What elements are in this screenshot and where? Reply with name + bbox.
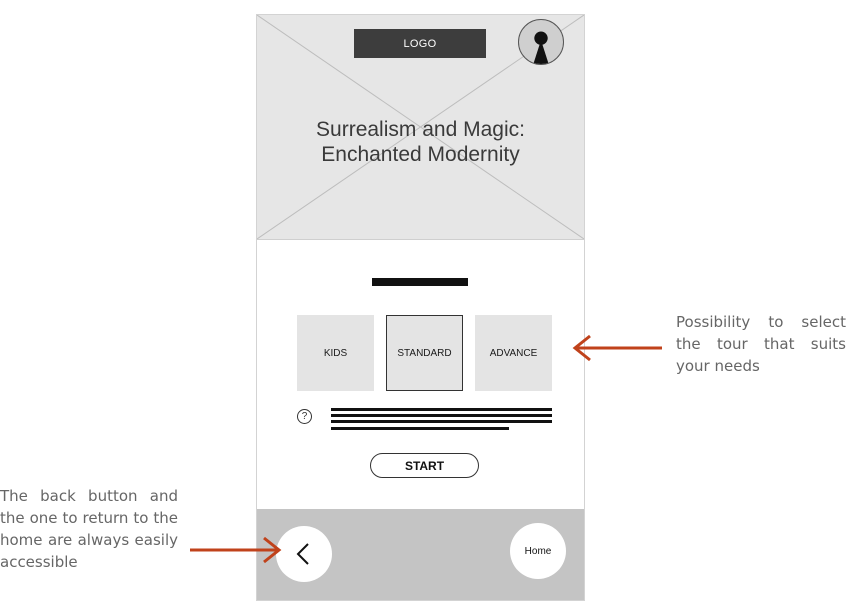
tour-option-standard[interactable]: STANDARD: [386, 315, 463, 391]
page-title-line-1: Surrealism and Magic:: [316, 118, 525, 141]
phone-screen: LOGO Surrealism and Magic: Enchanted Mod…: [256, 14, 585, 601]
tour-option-advance[interactable]: ADVANCE: [475, 315, 552, 391]
hero-image-placeholder: LOGO Surrealism and Magic: Enchanted Mod…: [257, 15, 584, 240]
logo: LOGO: [354, 29, 486, 58]
description-text-line: [331, 408, 552, 411]
description-text-line: [331, 414, 552, 417]
bottom-nav-bar: Home: [257, 509, 584, 600]
page-title-line-2: Enchanted Modernity: [321, 143, 520, 166]
section-heading-placeholder: [372, 278, 468, 286]
description-text-line: [331, 420, 552, 423]
chevron-left-icon: [296, 543, 309, 565]
home-button[interactable]: Home: [510, 523, 566, 579]
tour-option-kids[interactable]: KIDS: [297, 315, 374, 391]
arrow-right-icon: [190, 536, 282, 564]
tour-select-annotation: Possibility to select the tour that suit…: [676, 313, 846, 375]
user-avatar-icon[interactable]: [518, 19, 564, 65]
help-icon[interactable]: ?: [297, 409, 312, 424]
start-button[interactable]: START: [370, 453, 479, 478]
navigation-annotation: The back button and the one to return to…: [0, 487, 178, 571]
page-title: Surrealism and Magic: Enchanted Modernit…: [257, 117, 584, 167]
wireframe-canvas: LOGO Surrealism and Magic: Enchanted Mod…: [0, 0, 853, 615]
back-button[interactable]: [276, 526, 332, 582]
arrow-left-icon: [572, 334, 662, 362]
description-text-line: [331, 427, 509, 430]
